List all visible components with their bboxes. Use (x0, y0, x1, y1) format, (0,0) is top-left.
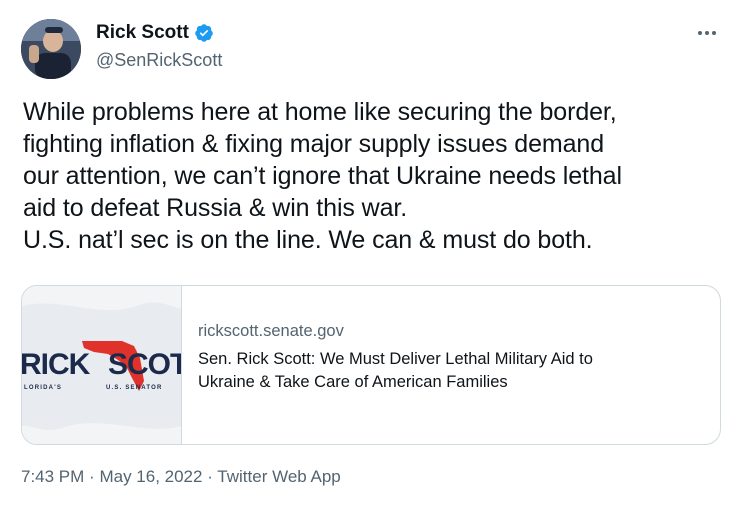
tweet-metadata: 7:43 PM · May 16, 2022 · Twitter Web App (21, 467, 341, 487)
tweet-time[interactable]: 7:43 PM (21, 467, 84, 486)
card-body: rickscott.senate.gov Sen. Rick Scott: We… (198, 322, 698, 394)
link-card[interactable]: RICK SCOTT LORIDA'S U.S. SENATOR ricksco… (21, 285, 721, 445)
svg-text:U.S. SENATOR: U.S. SENATOR (106, 385, 163, 391)
verified-badge-icon (194, 23, 214, 43)
meta-separator: · (207, 467, 213, 486)
svg-text:LORIDA'S: LORIDA'S (24, 385, 62, 391)
display-name[interactable]: Rick Scott (96, 22, 189, 44)
tweet-source[interactable]: Twitter Web App (217, 467, 340, 486)
avatar-photo (21, 19, 81, 79)
tweet-header: Rick Scott @SenRickScott (21, 14, 721, 84)
meta-separator: · (89, 467, 95, 486)
avatar[interactable] (21, 19, 81, 79)
more-dot (705, 31, 709, 35)
tweet: Rick Scott @SenRickScott While problems … (0, 0, 738, 512)
card-thumbnail: RICK SCOTT LORIDA'S U.S. SENATOR (22, 286, 182, 444)
svg-text:SCOTT: SCOTT (108, 348, 182, 381)
card-title: Sen. Rick Scott: We Must Deliver Lethal … (198, 350, 593, 391)
more-dot (698, 31, 702, 35)
tweet-date[interactable]: May 16, 2022 (99, 467, 202, 486)
rick-scott-logo-image: RICK SCOTT LORIDA'S U.S. SENATOR (22, 286, 182, 444)
card-domain: rickscott.senate.gov (198, 322, 344, 340)
handle[interactable]: @SenRickScott (96, 50, 222, 71)
tweet-text: While problems here at home like securin… (23, 98, 622, 254)
name-row: Rick Scott (96, 22, 214, 44)
more-options-icon[interactable] (693, 22, 721, 44)
more-dot (712, 31, 716, 35)
svg-text:RICK: RICK (22, 348, 91, 381)
